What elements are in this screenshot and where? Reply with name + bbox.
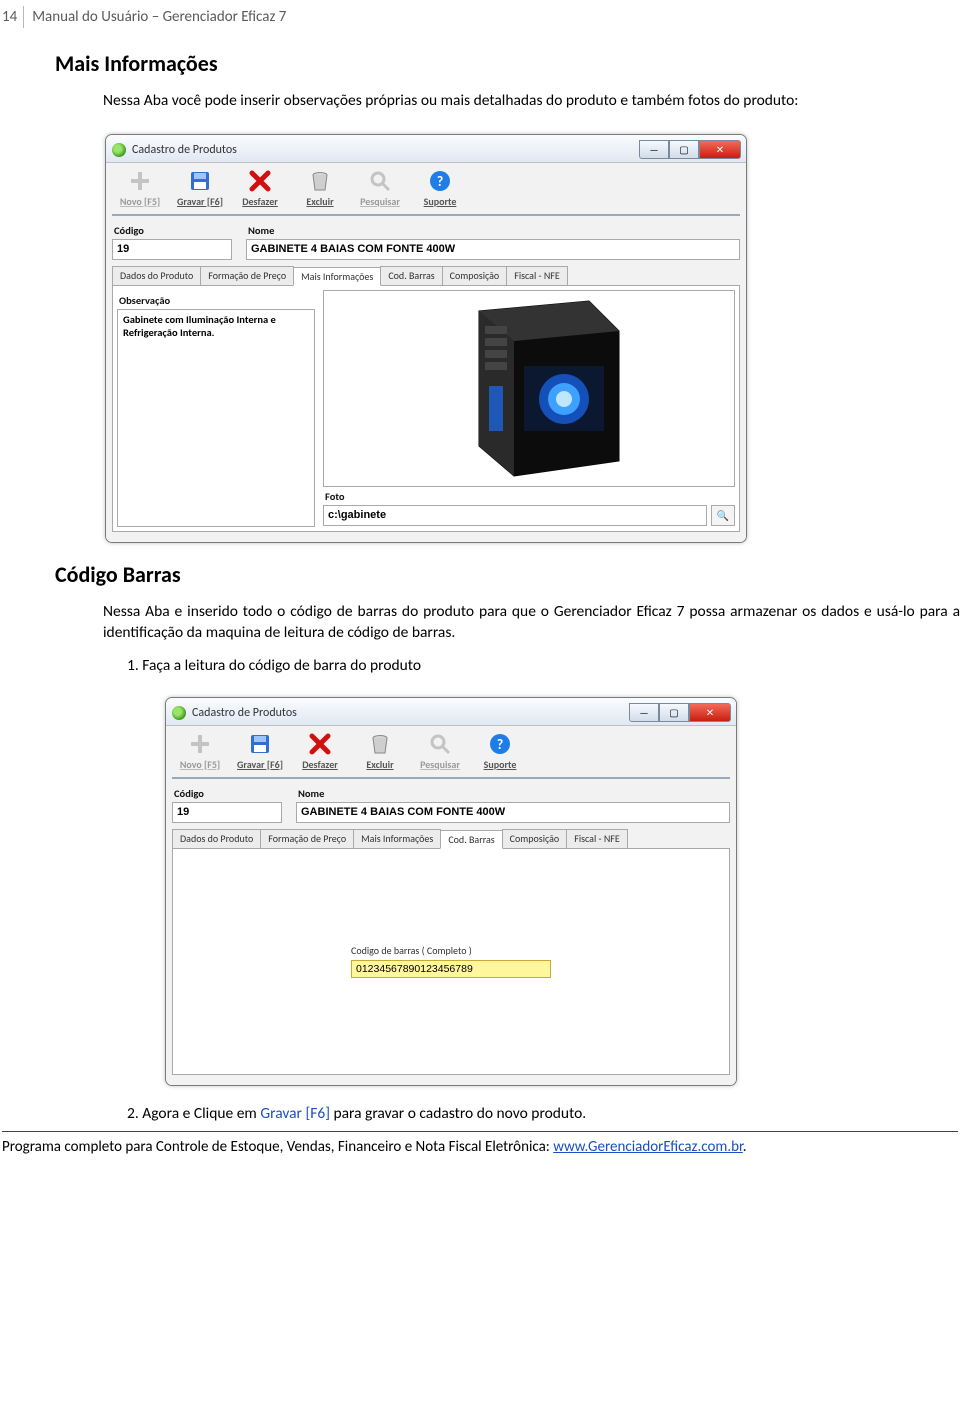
footer-divider bbox=[2, 1131, 958, 1132]
codigo-label: Código bbox=[174, 787, 282, 800]
section-title-mais-informacoes: Mais Informações bbox=[55, 50, 960, 77]
help-icon: ? bbox=[426, 168, 454, 194]
header-separator bbox=[23, 6, 24, 28]
footer-suffix: . bbox=[743, 1138, 747, 1156]
cancel-x-icon bbox=[306, 731, 334, 757]
tabs: Dados do Produto Formação de Preço Mais … bbox=[112, 266, 740, 285]
gravar-link-text: Gravar [F6] bbox=[260, 1104, 330, 1123]
observacao-label: Observação bbox=[119, 294, 315, 307]
tab-mais-informacoes[interactable]: Mais Informações bbox=[293, 267, 381, 286]
maximize-button[interactable]: ▢ bbox=[669, 140, 699, 159]
tab-cod-barras[interactable]: Cod. Barras bbox=[380, 266, 442, 285]
nome-label: Nome bbox=[248, 224, 740, 237]
footer-link[interactable]: www.GerenciadorEficaz.com.br bbox=[553, 1138, 743, 1156]
window-cadastro-produtos-2: Cadastro de Produtos — ▢ ✕ Novo [F5] Gra… bbox=[165, 697, 737, 1086]
window-title-2: Cadastro de Produtos bbox=[192, 706, 629, 720]
step2-suffix: para gravar o cadastro do novo produto. bbox=[330, 1104, 586, 1123]
search-icon: 🔍 bbox=[717, 509, 729, 522]
window-titlebar[interactable]: Cadastro de Produtos — ▢ ✕ bbox=[106, 135, 746, 162]
nome-input[interactable] bbox=[246, 239, 740, 260]
novo-button[interactable]: Novo [F5] bbox=[172, 731, 228, 771]
search-icon bbox=[426, 731, 454, 757]
step2-prefix: 2. Agora e Clique em bbox=[127, 1104, 260, 1123]
browse-button[interactable]: 🔍 bbox=[711, 505, 735, 526]
section-title-codigo-barras: Código Barras bbox=[55, 561, 960, 588]
tab-fiscal-nfe[interactable]: Fiscal - NFE bbox=[506, 266, 568, 285]
tab-formacao-preco[interactable]: Formação de Preço bbox=[260, 829, 354, 848]
gravar-button[interactable]: Gravar [F6] bbox=[172, 168, 228, 208]
window-titlebar-2[interactable]: Cadastro de Produtos — ▢ ✕ bbox=[166, 698, 736, 725]
svg-text:?: ? bbox=[497, 736, 504, 753]
codigo-label: Código bbox=[114, 224, 232, 237]
section1-paragraph: Nessa Aba você pode inserir observações … bbox=[103, 91, 960, 112]
step-2: 2. Agora e Clique em Gravar [F6] para gr… bbox=[127, 1104, 960, 1123]
save-icon bbox=[186, 168, 214, 194]
suporte-button[interactable]: ? Suporte bbox=[472, 731, 528, 771]
nome-input[interactable] bbox=[296, 802, 730, 823]
footer-prefix: Programa completo para Controle de Estoq… bbox=[2, 1138, 553, 1156]
product-photo bbox=[419, 296, 639, 481]
codigo-input[interactable] bbox=[112, 239, 232, 260]
maximize-button[interactable]: ▢ bbox=[659, 703, 689, 722]
tab-fiscal-nfe[interactable]: Fiscal - NFE bbox=[566, 829, 628, 848]
close-button[interactable]: ✕ bbox=[699, 140, 741, 159]
app-icon bbox=[112, 143, 126, 157]
step-1: 1. Faça a leitura do código de barra do … bbox=[127, 656, 960, 675]
barcode-input[interactable] bbox=[351, 960, 551, 978]
desfazer-button[interactable]: Desfazer bbox=[292, 731, 348, 771]
tab-mais-informacoes[interactable]: Mais Informações bbox=[353, 829, 441, 848]
tabs-2: Dados do Produto Formação de Preço Mais … bbox=[172, 829, 730, 848]
toolbar-2: Novo [F5] Gravar [F6] Desfazer Excluir P… bbox=[172, 729, 730, 779]
svg-text:?: ? bbox=[437, 173, 444, 190]
app-icon bbox=[172, 706, 186, 720]
close-button[interactable]: ✕ bbox=[689, 703, 731, 722]
page-number: 14 bbox=[2, 8, 17, 26]
barcode-label: Codigo de barras ( Completo ) bbox=[351, 944, 551, 957]
novo-button[interactable]: Novo [F5] bbox=[112, 168, 168, 208]
foto-path-input[interactable] bbox=[323, 505, 707, 526]
plus-icon bbox=[126, 168, 154, 194]
trash-icon bbox=[366, 731, 394, 757]
tab-composicao[interactable]: Composição bbox=[442, 266, 508, 285]
minimize-button[interactable]: — bbox=[629, 703, 659, 722]
section2-paragraph: Nessa Aba e inserido todo o código de ba… bbox=[103, 602, 960, 644]
codigo-input[interactable] bbox=[172, 802, 282, 823]
toolbar: Novo [F5] Gravar [F6] Desfazer bbox=[112, 166, 740, 216]
cancel-x-icon bbox=[246, 168, 274, 194]
suporte-button[interactable]: ? Suporte bbox=[412, 168, 468, 208]
tab-composicao[interactable]: Composição bbox=[502, 829, 568, 848]
pesquisar-button[interactable]: Pesquisar bbox=[412, 731, 468, 771]
window-cadastro-produtos-1: Cadastro de Produtos — ▢ ✕ Novo [F5] bbox=[105, 134, 747, 543]
save-icon bbox=[246, 731, 274, 757]
excluir-button[interactable]: Excluir bbox=[292, 168, 348, 208]
tab-cod-barras[interactable]: Cod. Barras bbox=[440, 830, 502, 849]
header-title: Manual do Usuário – Gerenciador Eficaz 7 bbox=[32, 8, 286, 26]
nome-label: Nome bbox=[298, 787, 730, 800]
help-icon: ? bbox=[486, 731, 514, 757]
desfazer-button[interactable]: Desfazer bbox=[232, 168, 288, 208]
pesquisar-button[interactable]: Pesquisar bbox=[352, 168, 408, 208]
gravar-button[interactable]: Gravar [F6] bbox=[232, 731, 288, 771]
observacao-textarea[interactable]: Gabinete com Iluminação Interna e Refrig… bbox=[117, 309, 315, 527]
tab-dados-produto[interactable]: Dados do Produto bbox=[172, 829, 261, 848]
tab-panel-cod-barras: Codigo de barras ( Completo ) bbox=[172, 848, 730, 1075]
product-photo-frame bbox=[323, 290, 735, 487]
search-icon bbox=[366, 168, 394, 194]
footer: Programa completo para Controle de Estoq… bbox=[2, 1138, 958, 1156]
plus-icon bbox=[186, 731, 214, 757]
foto-label: Foto bbox=[325, 490, 735, 503]
tab-panel-mais-informacoes: Observação Gabinete com Iluminação Inter… bbox=[112, 285, 740, 532]
minimize-button[interactable]: — bbox=[639, 140, 669, 159]
page-header: 14 Manual do Usuário – Gerenciador Efica… bbox=[0, 0, 960, 30]
tab-dados-produto[interactable]: Dados do Produto bbox=[112, 266, 201, 285]
tab-formacao-preco[interactable]: Formação de Preço bbox=[200, 266, 294, 285]
excluir-button[interactable]: Excluir bbox=[352, 731, 408, 771]
trash-icon bbox=[306, 168, 334, 194]
window-title: Cadastro de Produtos bbox=[132, 143, 639, 157]
